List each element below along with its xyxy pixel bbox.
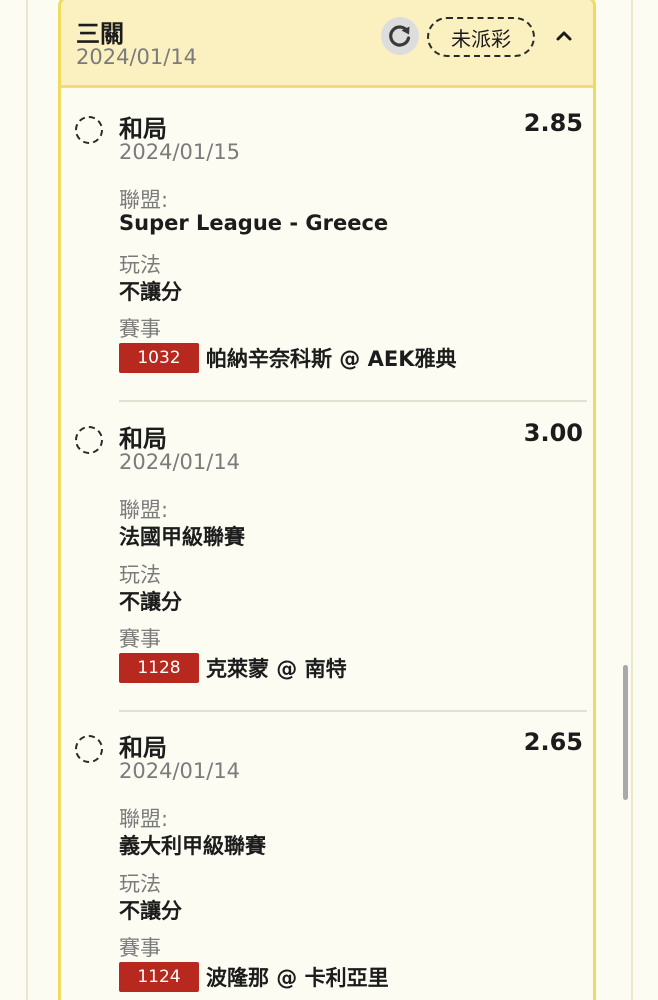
bet-type-value: 不讓分: [119, 280, 182, 304]
pending-dashed-circle-icon: [75, 426, 103, 454]
match-label: 賽事: [119, 627, 161, 651]
league-label: 聯盟:: [119, 807, 169, 831]
leg-selection: 和局: [119, 425, 167, 453]
chevron-up-icon: [556, 31, 572, 41]
league-label: 聯盟:: [119, 188, 169, 212]
bet-detail-page: 三關 2024/01/14 未派彩 和局 2.85 2024/01/15 聯盟:: [0, 0, 658, 1000]
refresh-button[interactable]: [381, 17, 419, 55]
bet-card: 三關 2024/01/14 未派彩 和局 2.85 2024/01/15 聯盟:: [58, 0, 596, 1000]
bet-type-label: 玩法: [119, 563, 161, 587]
status-badge: 未派彩: [427, 17, 535, 57]
scrollbar-thumb[interactable]: [623, 665, 628, 800]
match-row: 1128 克萊蒙 @ 南特: [119, 653, 347, 683]
leg-selection: 和局: [119, 115, 167, 143]
match-code-badge: 1032: [119, 343, 199, 373]
bet-date: 2024/01/14: [76, 45, 198, 69]
leg-divider: [119, 710, 587, 712]
leg-date: 2024/01/15: [119, 140, 241, 164]
bet-type-value: 不讓分: [119, 899, 182, 923]
match-name: 帕納辛奈科斯 @ AEK雅典: [206, 347, 457, 371]
league-value: Super League - Greece: [119, 211, 389, 235]
pending-dashed-circle-icon: [75, 116, 103, 144]
bet-type-label: 玩法: [119, 253, 161, 277]
leg-divider: [119, 400, 587, 402]
leg-odds: 3.00: [523, 419, 583, 447]
league-value: 義大利甲級聯賽: [119, 834, 266, 858]
outer-border-left: [26, 0, 28, 1000]
league-label: 聯盟:: [119, 498, 169, 522]
match-code-badge: 1124: [119, 962, 199, 992]
bet-card-header[interactable]: 三關 2024/01/14 未派彩: [61, 0, 593, 88]
match-row: 1124 波隆那 @ 卡利亞里: [119, 962, 389, 992]
bet-type-value: 不讓分: [119, 590, 182, 614]
leg-selection: 和局: [119, 734, 167, 762]
leg-date: 2024/01/14: [119, 450, 241, 474]
bet-type-label: 玩法: [119, 872, 161, 896]
match-label: 賽事: [119, 317, 161, 341]
match-row: 1032 帕納辛奈科斯 @ AEK雅典: [119, 343, 457, 373]
league-value: 法國甲級聯賽: [119, 525, 245, 549]
leg-date: 2024/01/14: [119, 759, 241, 783]
match-name: 波隆那 @ 卡利亞里: [206, 966, 389, 990]
outer-border-right: [631, 0, 633, 1000]
match-name: 克萊蒙 @ 南特: [206, 657, 347, 681]
match-code-badge: 1128: [119, 653, 199, 683]
collapse-button[interactable]: [549, 21, 579, 51]
refresh-icon: [389, 25, 411, 47]
bet-type-title: 三關: [76, 20, 124, 48]
leg-odds: 2.65: [523, 728, 583, 756]
leg-odds: 2.85: [523, 109, 583, 137]
match-label: 賽事: [119, 936, 161, 960]
pending-dashed-circle-icon: [75, 735, 103, 763]
